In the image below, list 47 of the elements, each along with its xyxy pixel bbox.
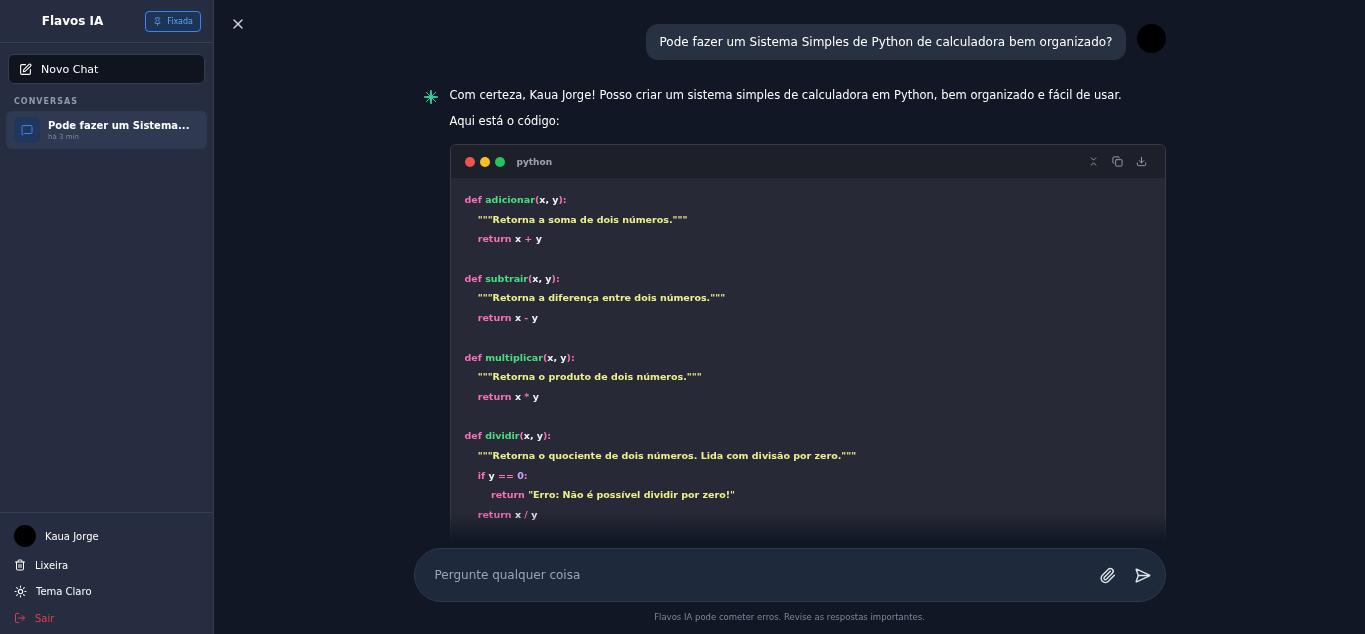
avatar [14,525,36,547]
new-chat-button[interactable]: Novo Chat [8,54,205,84]
dot-icon [464,156,475,167]
dot-icon [494,156,505,167]
code-line: return x - y [476,311,539,326]
code-line: if y == 0: [476,468,529,483]
avatar [1136,24,1166,53]
copy-icon [1111,156,1123,167]
attach-button[interactable] [1098,566,1116,584]
send-button[interactable] [1133,566,1151,584]
assistant-text: Com certeza, Kaua Jorge! Posso criar um sistema simples de calculadora em Python, bem organizado e fácil de usar. [449,87,1123,104]
logout-icon [14,612,26,624]
disclaimer: Flavos IA pode cometer erros. Revise as respostas importantes. [654,611,925,624]
code-line: def subtrair(x, y): [464,271,561,286]
code-line: return "Erro: Não é possível dividir por zero!" [489,488,736,503]
message-field[interactable]: Pergunte qualquer coisa [432,567,1081,583]
code-line: """Retorna o produto de dois números.""" [476,370,703,385]
code-line: """Retorna a soma de dois números.""" [476,212,689,227]
assistant-text: Aqui está o código: [449,113,561,130]
user-message: Pode fazer um Sistema Simples de Python de calculadora bem organizado? [646,24,1126,60]
code-line: def dividir(x, y): [464,429,553,444]
paperclip-icon [1098,566,1116,584]
menu-item[interactable]: Tema Claro [14,583,199,600]
message-box[interactable]: Pergunte qualquer coisa [413,548,1166,602]
message-icon [21,124,33,136]
pin-button[interactable]: Fixada [145,10,201,32]
menu-item[interactable]: Lixeira [14,557,199,573]
edit-icon [19,62,32,76]
sun-icon [14,585,27,598]
user-name: Kaua Jorge [45,530,99,542]
dot-icon [479,156,490,167]
code-line: def adicionar(x, y): [464,193,568,207]
conversation-title: Pode fazer um Sistema... [48,119,190,131]
code-line: """Retorna o quociente de dois números. Lida com divisão por zero.""" [476,448,858,463]
code-line: """Retorna a diferença entre dois números.""" [476,291,727,306]
download-icon [1135,156,1147,167]
code-line: def multiplicar(x, y): [464,350,576,365]
send-icon [1133,566,1151,584]
app-title: Flavos IA [40,14,105,28]
sparkle-icon [423,90,438,104]
pin-icon [153,16,163,26]
code-line: return x + y [476,232,543,247]
trash-icon [14,559,26,571]
code-line: return x / y [476,508,539,522]
code-language: python [516,156,554,167]
code-line: return x * y [476,389,540,404]
section-label: CONVERSAS [13,96,79,108]
